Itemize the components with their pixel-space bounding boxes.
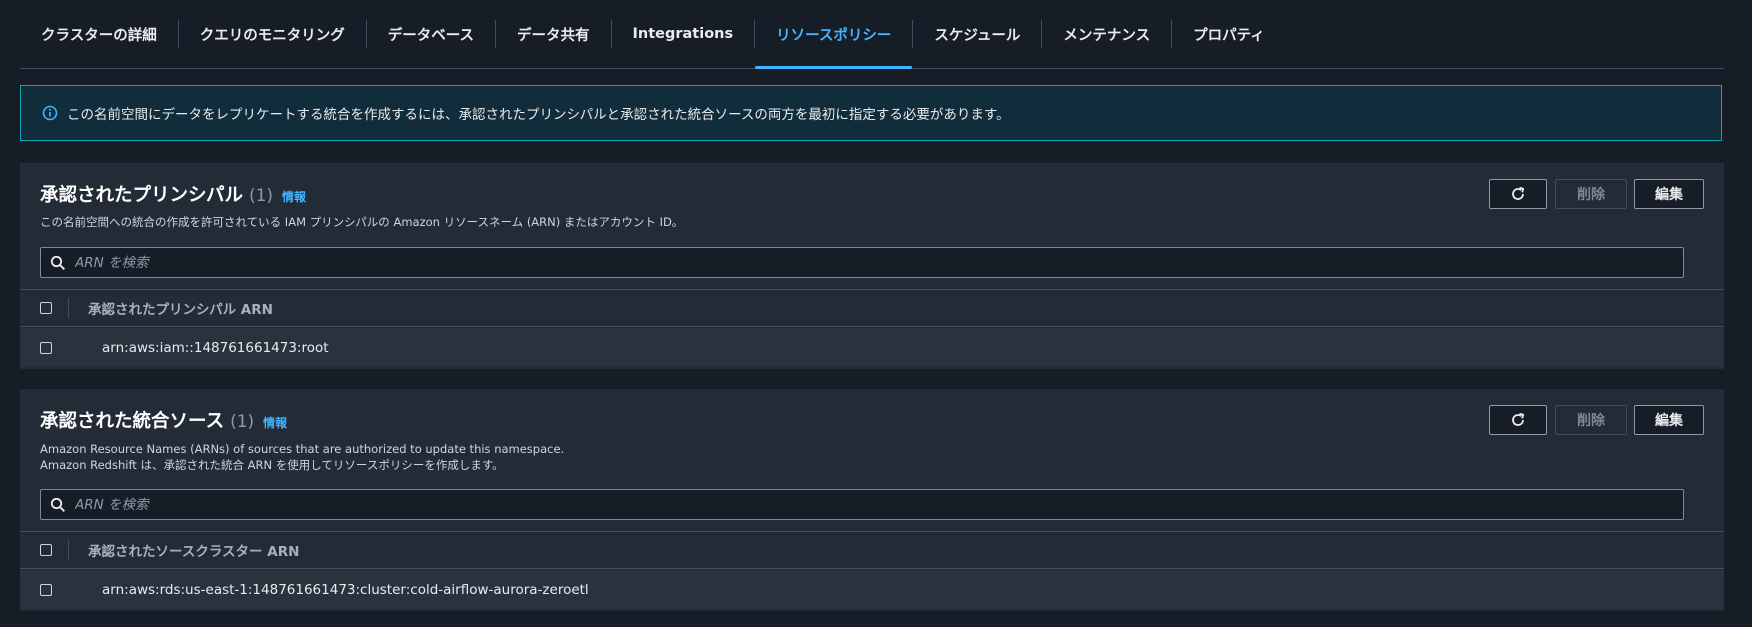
tab-properties[interactable]: プロパティ	[1172, 0, 1286, 68]
tab-resource-policy[interactable]: リソースポリシー	[755, 0, 913, 69]
select-all-checkbox[interactable]	[40, 544, 52, 556]
tab-integrations[interactable]: Integrations	[612, 0, 755, 68]
refresh-button[interactable]	[1489, 405, 1547, 435]
column-divider	[68, 540, 69, 560]
tab-databases[interactable]: データベース	[367, 0, 495, 68]
panel-description: この名前空間への統合の作成を許可されている IAM プリンシパルの Amazon…	[40, 215, 684, 229]
info-banner: この名前空間にデータをレプリケートする統合を作成するには、承認されたプリンシパル…	[20, 85, 1722, 141]
tab-maintenance[interactable]: メンテナンス	[1042, 0, 1171, 68]
search-input[interactable]	[73, 253, 1683, 272]
arn-cell: arn:aws:iam::148761661473:root	[102, 339, 329, 356]
authorized-sources-panel: 承認された統合ソース (1) 情報 Amazon Resource Names …	[20, 389, 1724, 611]
tab-bar: クラスターの詳細 クエリのモニタリング データベース データ共有 Integra…	[20, 0, 1724, 69]
panel-title: 承認された統合ソース	[40, 411, 225, 432]
row-checkbox[interactable]	[40, 583, 52, 596]
panel-header: 承認された統合ソース (1) 情報	[40, 407, 287, 433]
banner-text: この名前空間にデータをレプリケートする統合を作成するには、承認されたプリンシパル…	[67, 107, 1010, 123]
row-checkbox[interactable]	[40, 341, 52, 354]
table-row[interactable]: arn:aws:iam::148761661473:root	[20, 328, 1724, 367]
refresh-icon	[1510, 186, 1526, 202]
description-line: Amazon Redshift は、承認された統合 ARN を使用してリソースポ…	[40, 458, 504, 472]
column-header: 承認されたソースクラスター ARN	[88, 544, 300, 560]
info-icon	[42, 105, 58, 121]
column-divider	[68, 298, 69, 318]
authorized-principals-panel: 承認されたプリンシパル (1) 情報 この名前空間への統合の作成を許可されている…	[20, 163, 1724, 369]
table-header: 承認されたソースクラスター ARN	[20, 531, 1724, 569]
table-row[interactable]: arn:aws:rds:us-east-1:148761661473:clust…	[20, 570, 1724, 609]
edit-button[interactable]: 編集	[1634, 405, 1704, 435]
search-field[interactable]	[40, 489, 1684, 520]
delete-button[interactable]: 削除	[1555, 179, 1627, 209]
search-icon	[50, 255, 66, 271]
tab-cluster-details[interactable]: クラスターの詳細	[20, 0, 178, 68]
refresh-icon	[1510, 412, 1526, 428]
description-line: Amazon Resource Names (ARNs) of sources …	[40, 442, 565, 456]
tab-query-monitoring[interactable]: クエリのモニタリング	[179, 0, 366, 68]
panel-title: 承認されたプリンシパル	[40, 185, 243, 206]
item-count: (1)	[248, 186, 274, 206]
search-input[interactable]	[73, 495, 1683, 514]
panel-header: 承認されたプリンシパル (1) 情報	[40, 181, 306, 207]
tab-schedules[interactable]: スケジュール	[913, 0, 1041, 68]
delete-button[interactable]: 削除	[1555, 405, 1627, 435]
select-all-checkbox[interactable]	[40, 302, 52, 314]
search-field[interactable]	[40, 247, 1684, 278]
search-icon	[50, 497, 66, 513]
tab-datashares[interactable]: データ共有	[496, 0, 611, 68]
info-link[interactable]: 情報	[282, 188, 306, 205]
refresh-button[interactable]	[1489, 179, 1547, 209]
arn-cell: arn:aws:rds:us-east-1:148761661473:clust…	[102, 581, 589, 598]
panel-description: Amazon Resource Names (ARNs) of sources …	[40, 441, 564, 473]
info-link[interactable]: 情報	[263, 414, 287, 431]
item-count: (1)	[230, 412, 255, 432]
column-header: 承認されたプリンシパル ARN	[88, 302, 273, 318]
edit-button[interactable]: 編集	[1634, 179, 1704, 209]
table-header: 承認されたプリンシパル ARN	[20, 289, 1724, 327]
